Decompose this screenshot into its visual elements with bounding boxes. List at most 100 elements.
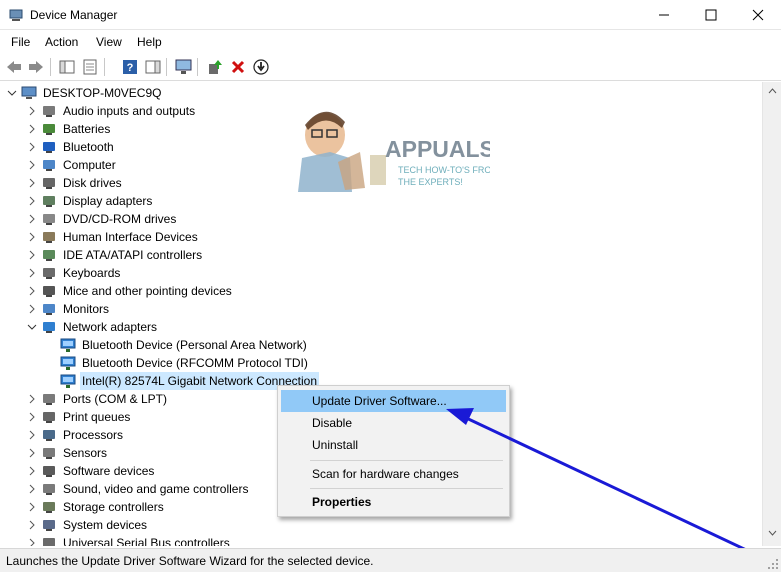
tree-category[interactable]: Computer: [26, 156, 118, 174]
expand-chevron-icon[interactable]: [26, 426, 38, 444]
software-icon: [43, 466, 55, 477]
tree-device[interactable]: Bluetooth Device (RFCOMM Protocol TDI): [60, 354, 310, 372]
tree-category[interactable]: Sound, video and game controllers: [26, 480, 250, 498]
expand-chevron-icon[interactable]: [26, 498, 38, 516]
tree-root[interactable]: DESKTOP-M0VEC9Q: [6, 84, 163, 102]
menu-disable[interactable]: Disable: [281, 412, 506, 434]
tree-category-label: Ports (COM & LPT): [63, 392, 168, 406]
expand-chevron-icon[interactable]: [26, 138, 38, 156]
collapse-chevron-icon[interactable]: [26, 318, 38, 336]
tree-category[interactable]: Sensors: [26, 444, 109, 462]
expand-chevron-icon[interactable]: [26, 516, 38, 534]
expand-chevron-icon[interactable]: [26, 480, 38, 498]
tree-category[interactable]: Batteries: [26, 120, 112, 138]
maximize-button[interactable]: [688, 0, 734, 30]
appuals-logo: APPUALS TECH HOW-TO'S FROM THE EXPERTS!: [298, 111, 499, 192]
tree-category[interactable]: Monitors: [26, 300, 111, 318]
toolbar: ?: [0, 53, 781, 81]
forward-button[interactable]: [26, 57, 46, 77]
menu-update-driver-software[interactable]: Update Driver Software...: [281, 390, 506, 412]
tree-device-label: Bluetooth Device (RFCOMM Protocol TDI): [82, 356, 308, 370]
scan-hardware-button[interactable]: [174, 57, 194, 77]
download-button[interactable]: [251, 57, 271, 77]
properties-button[interactable]: [80, 57, 100, 77]
tree-category[interactable]: Human Interface Devices: [26, 228, 200, 246]
close-button[interactable]: [735, 0, 781, 30]
tree-category[interactable]: Disk drives: [26, 174, 124, 192]
speaker-icon: [43, 106, 55, 117]
expand-chevron-icon[interactable]: [26, 282, 38, 300]
tree-category[interactable]: Display adapters: [26, 192, 154, 210]
menu-uninstall[interactable]: Uninstall: [281, 434, 506, 456]
controller-icon: [43, 250, 55, 261]
tree-category-label: Mice and other pointing devices: [63, 284, 232, 298]
device-manager-icon: [9, 9, 23, 21]
tree-category-label: Computer: [63, 158, 116, 172]
tree-category-label: Universal Serial Bus controllers: [63, 536, 230, 546]
help-button[interactable]: ?: [120, 57, 140, 77]
watermark-tagline-1: TECH HOW-TO'S FROM: [398, 165, 490, 175]
show-hide-console-tree-button[interactable]: [57, 57, 77, 77]
tree-category[interactable]: IDE ATA/ATAPI controllers: [26, 246, 204, 264]
menu-file[interactable]: File: [11, 35, 30, 49]
tree-category[interactable]: Mice and other pointing devices: [26, 282, 234, 300]
menu-scan-hardware-changes[interactable]: Scan for hardware changes: [281, 463, 506, 485]
tree-category[interactable]: Audio inputs and outputs: [26, 102, 197, 120]
expand-chevron-icon[interactable]: [26, 534, 38, 546]
tree-category-label: Keyboards: [63, 266, 121, 280]
expand-chevron-icon[interactable]: [26, 192, 38, 210]
tree-category[interactable]: Keyboards: [26, 264, 122, 282]
tree-category-label: Storage controllers: [63, 500, 164, 514]
scroll-down-icon[interactable]: [768, 530, 777, 536]
expand-chevron-icon[interactable]: [26, 390, 38, 408]
resize-grip-icon[interactable]: [767, 558, 779, 570]
expand-chevron-icon[interactable]: [26, 156, 38, 174]
expand-chevron-icon[interactable]: [26, 102, 38, 120]
watermark-tagline-2: THE EXPERTS!: [398, 177, 463, 187]
tree-category[interactable]: Processors: [26, 426, 125, 444]
bluetooth-icon: [43, 142, 55, 153]
tree-category[interactable]: Software devices: [26, 462, 156, 480]
network-icon: [43, 322, 55, 333]
sensor-icon: [43, 448, 55, 459]
expand-chevron-icon[interactable]: [26, 300, 38, 318]
tree-category[interactable]: Bluetooth: [26, 138, 116, 156]
computer-name: DESKTOP-M0VEC9Q: [43, 86, 162, 100]
menu-action[interactable]: Action: [45, 35, 78, 49]
update-driver-button[interactable]: [205, 57, 225, 77]
expand-chevron-icon[interactable]: [26, 444, 38, 462]
uninstall-button[interactable]: [228, 57, 248, 77]
vertical-scrollbar[interactable]: [762, 82, 781, 546]
download-icon: [253, 59, 269, 75]
title-bar[interactable]: Device Manager: [0, 0, 781, 30]
tree-category[interactable]: System devices: [26, 516, 149, 534]
minimize-button[interactable]: [641, 0, 687, 30]
tree-category-label: System devices: [63, 518, 148, 532]
tree-category[interactable]: Network adapters: [26, 318, 159, 336]
expand-chevron-icon[interactable]: [26, 408, 38, 426]
tree-category[interactable]: Storage controllers: [26, 498, 166, 516]
menu-properties[interactable]: Properties: [281, 491, 506, 513]
network-adapter-icon: [60, 374, 76, 388]
tree-category[interactable]: Print queues: [26, 408, 132, 426]
expand-chevron-icon[interactable]: [26, 120, 38, 138]
expand-chevron-icon[interactable]: [26, 246, 38, 264]
expand-chevron-icon[interactable]: [26, 228, 38, 246]
expand-chevron-icon[interactable]: [26, 210, 38, 228]
expand-chevron-icon[interactable]: [26, 462, 38, 480]
expand-chevron-icon[interactable]: [26, 264, 38, 282]
network-adapter-icon: [60, 338, 76, 352]
expand-chevron-icon[interactable]: [26, 174, 38, 192]
tree-category[interactable]: Ports (COM & LPT): [26, 390, 169, 408]
menu-help[interactable]: Help: [137, 35, 162, 49]
scroll-up-icon[interactable]: [768, 88, 777, 94]
tree-category[interactable]: Universal Serial Bus controllers: [26, 534, 232, 546]
tree-category[interactable]: DVD/CD-ROM drives: [26, 210, 178, 228]
menu-view[interactable]: View: [96, 35, 122, 49]
collapse-chevron-icon[interactable]: [6, 84, 18, 102]
back-button[interactable]: [4, 57, 24, 77]
tree-device[interactable]: Bluetooth Device (Personal Area Network): [60, 336, 309, 354]
action-pane-button[interactable]: [143, 57, 163, 77]
context-menu: Update Driver Software... Disable Uninst…: [277, 385, 510, 517]
tree-category-label: Display adapters: [63, 194, 153, 208]
